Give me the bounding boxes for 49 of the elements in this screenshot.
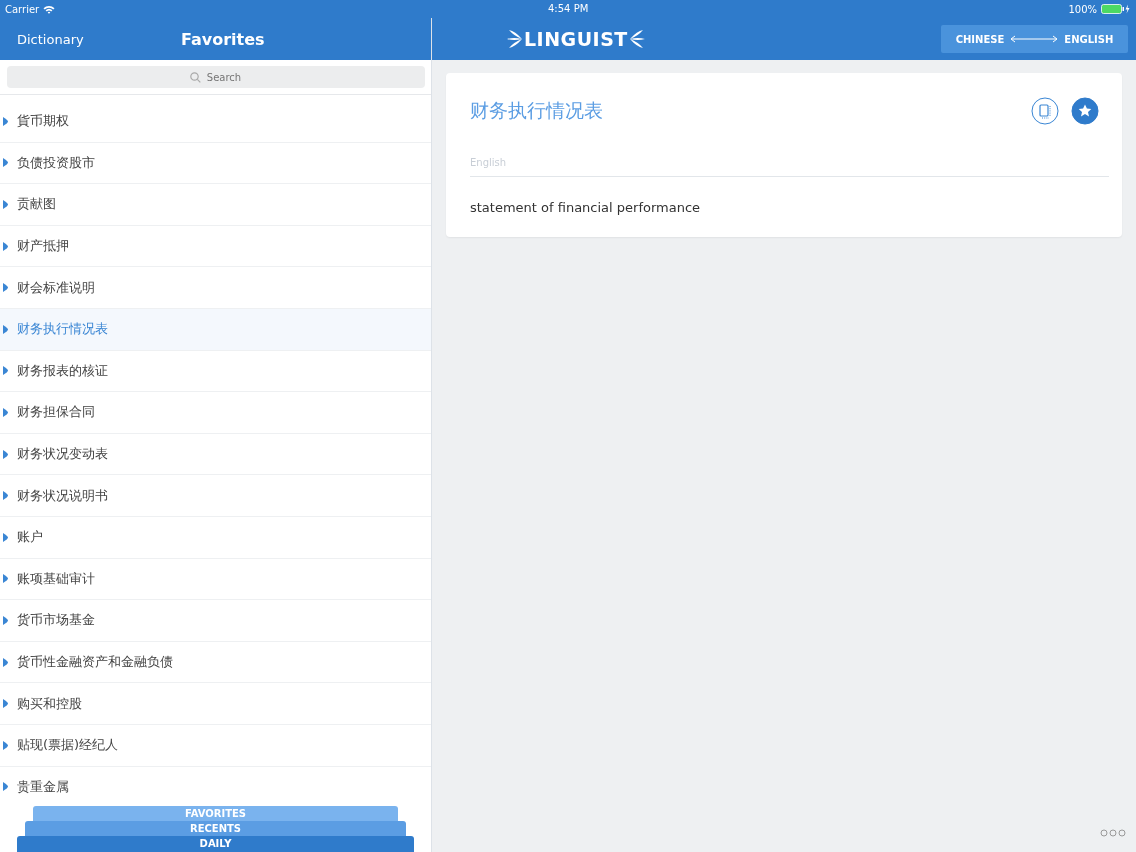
chevron-icon — [3, 324, 8, 334]
chevron-icon — [3, 366, 8, 376]
chevron-icon — [3, 241, 8, 251]
chevron-icon — [3, 657, 8, 667]
list-item[interactable]: 财务担保合同 — [0, 392, 431, 434]
nav-title: Favorites — [181, 29, 265, 49]
chevron-icon — [3, 532, 8, 542]
translation-text: statement of financial performance — [470, 200, 702, 215]
list-item[interactable]: 财会标准说明 — [0, 267, 431, 309]
list-item[interactable]: 财务执行情况表 — [0, 308, 431, 351]
list-item[interactable]: 账户 — [0, 516, 431, 559]
wifi-icon — [43, 4, 56, 14]
search-icon — [190, 72, 201, 83]
list-item[interactable]: 货币性金融资产和金融负债 — [0, 641, 431, 684]
chevron-icon — [3, 699, 8, 709]
carrier-label: Carrier — [5, 3, 40, 15]
battery-percent: 100% — [1068, 3, 1097, 15]
list-item[interactable]: 货币市场基金 — [0, 600, 431, 642]
list-item[interactable]: 貨币期权 — [0, 101, 431, 143]
chevron-icon — [3, 491, 8, 501]
double-arrow-icon — [1010, 35, 1059, 43]
back-link[interactable]: Dictionary — [17, 31, 84, 47]
clock-time: 4:54 PM — [548, 3, 589, 14]
chevron-icon — [3, 116, 8, 126]
chevron-icon — [3, 740, 8, 750]
chevron-icon — [3, 782, 8, 792]
list-item[interactable]: 财务报表的核证 — [0, 350, 431, 393]
chevron-icon — [3, 407, 8, 417]
list-item[interactable]: 贡献图 — [0, 184, 431, 226]
chevron-icon — [3, 283, 8, 293]
entry-term: 财务执行情况表 — [470, 98, 603, 123]
list-item[interactable]: 贴现(票据)经纪人 — [0, 724, 431, 767]
list-item[interactable]: 购买和控股 — [0, 683, 431, 725]
list-item[interactable]: 财产抵押 — [0, 225, 431, 268]
chevron-icon — [3, 158, 8, 168]
chevron-icon — [3, 615, 8, 625]
battery-icon — [1101, 4, 1131, 14]
search-field[interactable]: Search — [7, 66, 425, 88]
chevron-icon — [3, 449, 8, 459]
bottom-tab[interactable]: DAILY — [17, 836, 414, 852]
flashcard-icon[interactable] — [1031, 97, 1059, 125]
app-logo: LINGUIST — [506, 26, 646, 52]
chevron-icon — [3, 574, 8, 584]
list-item[interactable]: 负债投资股市 — [0, 142, 431, 185]
chevron-icon — [3, 200, 8, 209]
list-item[interactable]: 财务状况说明书 — [0, 475, 431, 517]
more-icon[interactable] — [1100, 829, 1126, 837]
list-item[interactable]: 账项基础审计 — [0, 558, 431, 601]
list-item[interactable]: 财务状况变动表 — [0, 433, 431, 476]
